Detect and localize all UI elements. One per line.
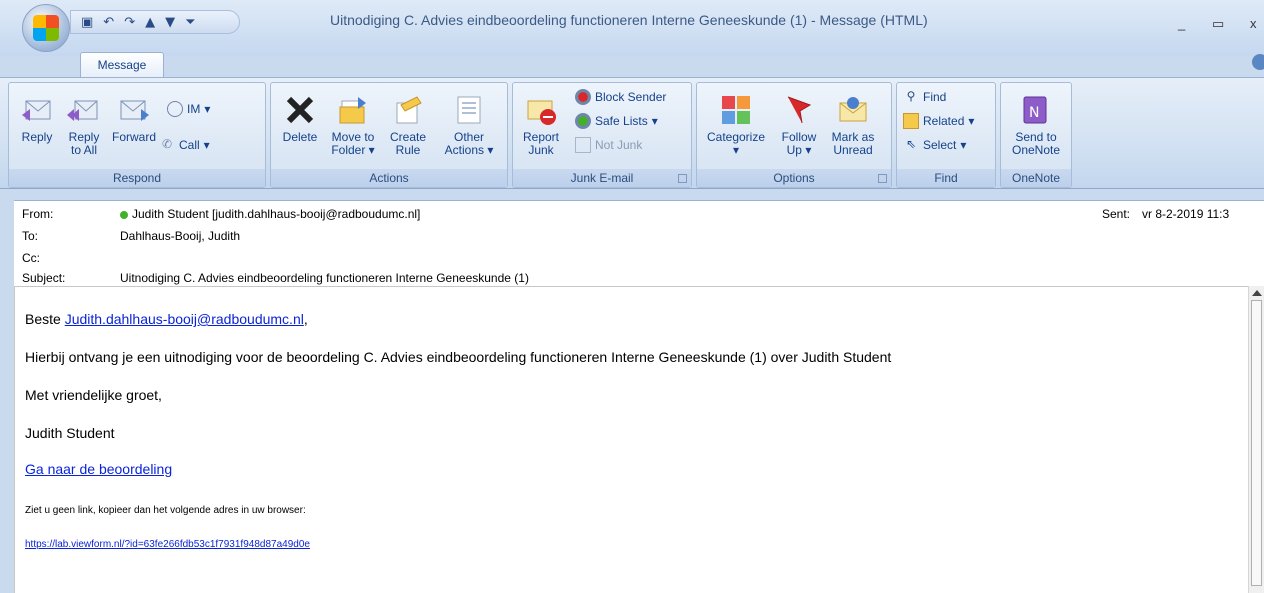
actions-group-label: Actions [271, 169, 507, 187]
assessment-url-link[interactable]: https://lab.viewform.nl/?id=63fe266fdb53… [25, 539, 310, 550]
maximize-button[interactable]: ▭ [1212, 16, 1224, 32]
other-actions-button[interactable]: Other Actions ▾ [437, 93, 501, 157]
down-arrow-icon[interactable]: ▼ [165, 15, 175, 30]
body-line-signature: Judith Student [25, 425, 115, 441]
sent-label: Sent: [1102, 207, 1131, 221]
office-button[interactable] [22, 4, 70, 52]
binoculars-icon: ⚲ [906, 89, 916, 103]
reply-all-icon [67, 100, 98, 121]
minimize-button[interactable]: _ [1178, 16, 1185, 31]
im-button[interactable]: IM ▾ [167, 101, 210, 117]
greeting-line: Beste Judith.dahlhaus-booij@radboudumc.n… [25, 311, 308, 327]
body-line-note: Ziet u geen link, kopieer dan het volgen… [25, 505, 306, 516]
onenote-group-label: OneNote [1001, 169, 1071, 187]
not-junk-button[interactable]: Not Junk [575, 137, 642, 153]
body-line-greeting: Met vriendelijke groet, [25, 387, 162, 403]
body-line-invitation: Hierbij ontvang je een uitnodiging voor … [25, 349, 892, 365]
redo-icon[interactable]: ↷ [124, 15, 135, 30]
folder-move-icon [339, 97, 366, 124]
options-dialog-launcher-icon[interactable] [878, 174, 887, 183]
message-header: From: Judith Student [judith.dahlhaus-bo… [14, 200, 1264, 286]
mark-unread-icon [839, 97, 867, 122]
follow-up-button[interactable]: Follow Up ▾ [775, 93, 823, 157]
move-to-folder-button[interactable]: Move to Folder ▾ [325, 93, 381, 157]
options-group-label: Options [697, 169, 891, 187]
related-button[interactable]: Related ▾ [903, 113, 974, 129]
forward-icon [120, 100, 149, 121]
report-junk-button[interactable]: Report Junk [517, 93, 565, 157]
title-bar: ▣ ↶ ↷ ▲ ▼ ⏷ Uitnodiging C. Advies eindbe… [0, 0, 1264, 78]
reply-button[interactable]: Reply [15, 93, 59, 144]
quick-access-toolbar: ▣ ↶ ↷ ▲ ▼ ⏷ [70, 10, 240, 34]
office-logo-icon [33, 15, 59, 41]
actions-group: Delete Move to Folder ▾ Create Rule Other A… [270, 82, 508, 188]
create-rule-icon [396, 96, 422, 124]
from-label: From: [22, 207, 54, 221]
phone-icon: ✆ [161, 137, 173, 151]
onenote-group: N Send to OneNote OneNote [1000, 82, 1072, 188]
call-button[interactable]: ✆ Call ▾ [159, 137, 210, 153]
find-button[interactable]: ⚲ Find [903, 89, 947, 105]
junk-email-group: Report Junk Block Sender Safe Lists ▾ Not … [512, 82, 692, 188]
select-button[interactable]: ⇖ Select ▾ [903, 137, 966, 153]
message-body: Beste Judith.dahlhaus-booij@radboudumc.n… [14, 286, 1248, 593]
related-icon [903, 113, 919, 129]
undo-icon[interactable]: ↶ [103, 15, 114, 30]
block-sender-icon [575, 89, 591, 105]
delete-button[interactable]: Delete [277, 93, 323, 144]
subject-value: Uitnodiging C. Advies eindbeoordeling fu… [120, 271, 529, 285]
respond-group-label: Respond [9, 169, 265, 187]
left-border [0, 189, 14, 593]
junk-email-group-label: Junk E-mail [513, 169, 691, 187]
categorize-icon [722, 96, 750, 124]
from-value[interactable]: Judith Student [judith.dahlhaus-booij@ra… [120, 207, 420, 221]
customize-qat-icon[interactable]: ⏷ [185, 15, 195, 30]
greeting-email-link[interactable]: Judith.dahlhaus-booij@radboudumc.nl [65, 311, 304, 327]
options-group: Categorize ▾ Follow Up ▾ Mark as Unread Opt… [696, 82, 892, 188]
safe-lists-button[interactable]: Safe Lists ▾ [575, 113, 658, 129]
vertical-scrollbar[interactable] [1248, 286, 1264, 593]
cc-label: Cc: [22, 251, 40, 265]
window-title: Uitnodiging C. Advies eindbeoordeling fu… [330, 12, 928, 28]
create-rule-button[interactable]: Create Rule [383, 93, 433, 157]
other-actions-icon [457, 96, 481, 124]
respond-group: Reply Reply to All Forward IM ▾ ✆ Call ▾ Re… [8, 82, 266, 188]
follow-up-flag-icon [787, 96, 812, 124]
select-cursor-icon: ⇖ [905, 137, 917, 151]
scroll-up-icon[interactable] [1252, 290, 1262, 296]
find-group-label: Find [897, 169, 995, 187]
onenote-icon: N [1023, 96, 1047, 124]
categorize-button[interactable]: Categorize ▾ [701, 93, 771, 157]
scrollbar-thumb[interactable] [1251, 300, 1262, 586]
tab-message[interactable]: Message [80, 52, 164, 78]
to-label: To: [22, 229, 39, 243]
junk-dialog-launcher-icon[interactable] [678, 174, 687, 183]
mark-as-unread-button[interactable]: Mark as Unread [825, 93, 881, 157]
block-sender-button[interactable]: Block Sender [575, 89, 666, 105]
save-icon[interactable]: ▣ [81, 15, 93, 30]
reply-icon [22, 100, 51, 121]
subject-label: Subject: [22, 271, 66, 285]
safe-lists-icon [575, 113, 591, 129]
up-arrow-icon[interactable]: ▲ [145, 15, 155, 30]
chat-bubble-icon [167, 101, 183, 117]
close-button[interactable]: x [1250, 16, 1257, 31]
forward-button[interactable]: Forward [109, 93, 159, 144]
to-value[interactable]: Dahlhaus-Booij, Judith [120, 229, 240, 243]
help-icon[interactable] [1252, 54, 1264, 70]
assessment-link[interactable]: Ga naar de beoordeling [25, 461, 172, 477]
send-to-onenote-button[interactable]: N Send to OneNote [1007, 93, 1065, 157]
find-group: ⚲ Find Related ▾ ⇖ Select ▾ Find [896, 82, 996, 188]
svg-text:N: N [1029, 105, 1039, 121]
sent-value: vr 8-2-2019 11:3 [1142, 207, 1230, 221]
presence-icon [120, 210, 128, 219]
ribbon: Reply Reply to All Forward IM ▾ ✆ Call ▾ Re… [0, 77, 1264, 189]
not-junk-icon [575, 137, 591, 153]
delete-x-icon [286, 96, 314, 124]
reply-all-button[interactable]: Reply to All [61, 93, 107, 157]
report-junk-icon [527, 100, 556, 125]
